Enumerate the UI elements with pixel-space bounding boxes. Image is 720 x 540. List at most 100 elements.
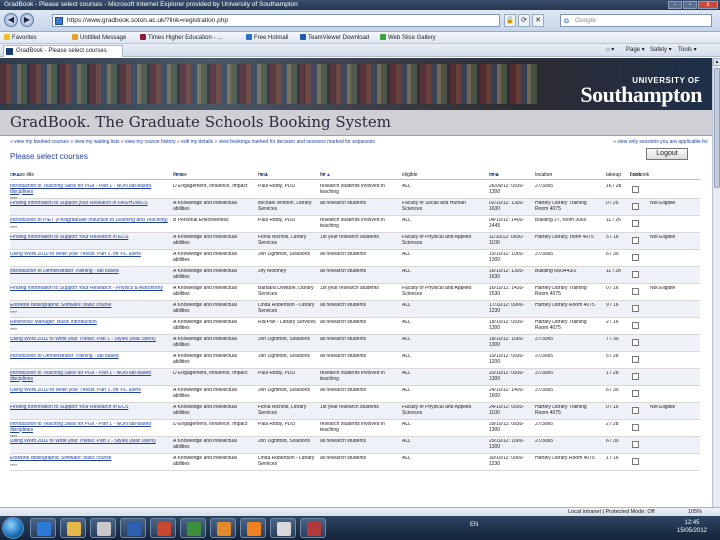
course-title-text: Introduction to Teaching Skills for PGs … [10,371,152,382]
sort-arrows-icon[interactable]: ▼▲ [259,172,269,178]
lock-icon[interactable]: 🔒 [504,14,516,27]
eligible-cell: ALL [402,422,411,427]
maximize-button[interactable]: ▫ [683,1,697,9]
refresh-icon[interactable]: ⟳ [518,14,530,27]
time-cell: 26/09/12: 0930-1300 [489,184,525,195]
eligibility-note: Not Eligible [650,286,676,291]
book-checkbox[interactable] [632,322,639,329]
favorite-item[interactable]: Times Higher Education - ... [140,32,222,44]
course-title-link[interactable]: Introduction to PIET (Postgraduate Induc… [10,218,170,230]
book-checkbox[interactable] [632,203,639,210]
theme-cell: A Knowledge and intellectual abilities [173,252,237,263]
course-title-link[interactable]: EndNote Bibliographic Software: basic co… [10,303,170,315]
theme-cell: A Knowledge and intellectual abilities [173,354,237,365]
book-checkbox[interactable] [632,373,639,380]
book-checkbox[interactable] [632,458,639,465]
eligibility-note: Not Eligible [650,201,676,206]
book-checkbox[interactable] [632,254,639,261]
book-checkbox[interactable] [632,390,639,397]
book-checkbox[interactable] [632,186,639,193]
book-checkbox[interactable] [632,305,639,312]
taskbar-item[interactable] [270,518,296,538]
page-scrollbar[interactable]: ▲ ▼ [712,58,720,516]
book-checkbox[interactable] [632,424,639,431]
course-title-text: Finding Information to Support your Rese… [10,201,148,206]
favorites-button[interactable]: Favorites [4,32,37,44]
theme-cell: A Knowledge and intellectual abilities [173,388,237,399]
back-button[interactable]: ◀ [4,13,18,27]
course-title-link[interactable]: Reference Manager: Basic Introduction ***… [10,320,170,332]
course-title-link[interactable]: Finding Information to Support Your Rese… [10,235,170,241]
safety-menu[interactable]: Safety ▾ [650,44,672,57]
time-cell: 17/10/12: 0900-1230 [489,303,525,314]
course-title-link[interactable]: Finding Information to Support Your Rese… [10,286,170,292]
takeup-cell: 6 / 30 [606,439,619,444]
outlook-icon [217,522,231,536]
taskbar-item[interactable] [240,518,266,538]
course-title-link[interactable]: Finding Information to Support your Rese… [10,201,170,207]
nav-links-left[interactable]: » view my booked courses » view my waiti… [10,139,375,145]
course-title-link[interactable]: Introduction to Demonstrator Training - … [10,269,170,275]
course-title-text: Using Word 2011 to Write your Thesis: Pa… [10,337,156,342]
address-field[interactable]: https://www.gradbook.soton.ac.uk/?link=r… [52,14,500,27]
start-button[interactable] [2,517,24,539]
page-menu[interactable]: Page ▾ [626,44,645,57]
book-checkbox[interactable] [632,220,639,227]
book-checkbox[interactable] [632,356,639,363]
taskbar-item[interactable] [150,518,176,538]
favorite-item[interactable]: TeamViewer Download [300,32,369,44]
course-title-link[interactable]: Introduction to Teaching Skills for PGs … [10,371,170,382]
taskbar-item[interactable] [120,518,146,538]
back-arrow-icon: ◀ [7,15,15,24]
taskbar-item[interactable] [180,518,206,538]
book-checkbox[interactable] [632,288,639,295]
logout-button[interactable]: Logout [646,148,688,160]
course-title-link[interactable]: Using Word 2011 to Write your Thesis: Pa… [10,337,170,343]
book-checkbox[interactable] [632,271,639,278]
tools-menu[interactable]: Tools ▾ [678,44,697,57]
favorite-item[interactable]: Web Slice Gallery [380,32,436,44]
course-title-link[interactable]: Using Word 2010 to Write your Thesis: Pa… [10,252,170,258]
table-row: Finding Information to Support Your Rese… [10,233,700,250]
window-title: GradBook - Please select courses - Micro… [4,1,298,8]
nav-link-applicable[interactable]: » view only sessions you are applicable … [613,139,708,145]
book-checkbox[interactable] [632,339,639,346]
course-title-link[interactable]: EndNote Bibliographic Software: basic co… [10,456,170,468]
sort-arrows-icon[interactable]: ▼▲ [321,172,331,178]
taskbar-item[interactable] [60,518,86,538]
taskbar-item[interactable] [300,518,326,538]
tab-bar: GradBook - Please select courses ⌂ ▾ Pag… [0,44,720,57]
home-icon[interactable]: ⌂ ▾ [606,44,614,57]
scroll-thumb[interactable] [714,68,720,188]
table-row: Finding Information to Support Your Rese… [10,403,700,420]
course-title-link[interactable]: Using Word 2011 to Write your Thesis: Pa… [10,439,170,445]
search-input[interactable]: G Google [560,14,712,27]
book-checkbox[interactable] [632,441,639,448]
scroll-up-icon[interactable]: ▲ [713,58,720,66]
for-cell: research students involved in teaching [320,371,385,382]
forward-arrow-icon: ▶ [23,15,31,24]
taskbar-clock[interactable]: 12:45 15/05/2012 [668,519,716,535]
close-button[interactable]: x [698,1,718,9]
book-checkbox[interactable] [632,407,639,414]
book-checkbox[interactable] [632,237,639,244]
taskbar-item[interactable] [90,518,116,538]
sort-arrows-icon[interactable]: ▼▲ [11,172,21,178]
forward-button[interactable]: ▶ [20,13,34,27]
minimize-button[interactable]: - [668,1,682,9]
course-title-link[interactable]: Introduction to Demonstrator Training - … [10,354,170,360]
stop-icon[interactable]: ✕ [532,14,544,27]
course-title-link[interactable]: Using Word 2010 to Write your Thesis: Pa… [10,388,170,394]
course-title-link[interactable]: Finding Information to Support Your Rese… [10,405,170,411]
taskbar-item[interactable] [210,518,236,538]
takeup-cell: 0 / 16 [606,286,619,291]
sort-arrows-icon[interactable]: ▼▲ [174,172,184,178]
favorite-item[interactable]: Untitled Message [72,32,126,44]
language-indicator[interactable]: EN [470,522,478,528]
sort-arrows-icon[interactable]: ▼▲ [490,172,500,178]
table-row: EndNote Bibliographic Software: basic co… [10,301,700,318]
host-cell: Joy Moloney [258,269,287,274]
taskbar-item[interactable] [30,518,56,538]
tab-gradbook[interactable]: GradBook - Please select courses [3,45,123,57]
favorite-item[interactable]: Free Hotmail [246,32,288,44]
